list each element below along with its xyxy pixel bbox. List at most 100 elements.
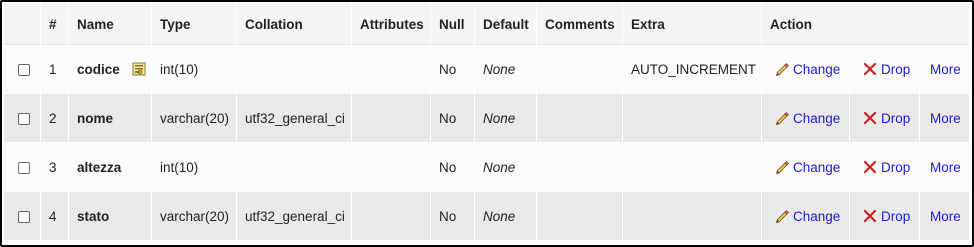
column-attributes: [352, 192, 431, 241]
drop-label: Drop: [881, 111, 911, 126]
header-name[interactable]: Name: [69, 4, 152, 45]
pencil-icon: [776, 161, 789, 174]
change-label: Change: [793, 62, 841, 77]
column-name: altezza: [77, 159, 122, 175]
table-row: 3 altezza int(10) No None Change Drop Mo…: [4, 143, 971, 192]
x-icon: [863, 111, 877, 125]
column-name: stato: [77, 208, 110, 224]
column-default: None: [475, 143, 537, 192]
column-null: No: [431, 143, 475, 192]
row-number: 3: [41, 143, 69, 192]
column-attributes: [352, 45, 431, 94]
header-collation[interactable]: Collation: [237, 4, 352, 45]
more-link[interactable]: More: [930, 62, 961, 77]
column-null: No: [431, 94, 475, 143]
header-attributes[interactable]: Attributes: [352, 4, 431, 45]
change-label: Change: [793, 160, 841, 175]
column-null: No: [431, 45, 475, 94]
change-link[interactable]: Change: [774, 209, 840, 224]
column-comments: [537, 94, 623, 143]
table-header-row: # Name Type Collation Attributes Null De…: [4, 4, 971, 45]
change-link[interactable]: Change: [774, 111, 840, 126]
drop-action-cell: Drop: [850, 94, 920, 143]
row-number: 1: [41, 45, 69, 94]
more-link[interactable]: More: [930, 111, 961, 126]
x-icon: [863, 62, 877, 76]
row-checkbox[interactable]: [18, 161, 30, 174]
header-action: Action: [762, 4, 971, 45]
header-type[interactable]: Type: [152, 4, 237, 45]
header-null[interactable]: Null: [431, 4, 475, 45]
drop-link[interactable]: Drop: [862, 160, 910, 175]
column-name-cell: nome: [69, 94, 152, 143]
more-action-cell: More: [920, 143, 971, 192]
header-extra[interactable]: Extra: [623, 4, 762, 45]
row-checkbox[interactable]: [18, 63, 30, 76]
pencil-icon: [776, 112, 789, 125]
x-icon: [863, 160, 877, 174]
change-link[interactable]: Change: [774, 62, 840, 77]
drop-link[interactable]: Drop: [862, 62, 910, 77]
change-action-cell: Change: [762, 45, 850, 94]
row-checkbox-cell: [4, 45, 41, 94]
column-name: nome: [77, 110, 114, 126]
change-link[interactable]: Change: [774, 160, 840, 175]
structure-table: # Name Type Collation Attributes Null De…: [4, 4, 971, 241]
column-name-cell: stato: [69, 192, 152, 241]
row-checkbox[interactable]: [18, 210, 30, 223]
row-checkbox-cell: [4, 192, 41, 241]
primary-key-icon[interactable]: [132, 62, 146, 76]
row-checkbox-cell: [4, 94, 41, 143]
column-attributes: [352, 94, 431, 143]
drop-action-cell: Drop: [850, 192, 920, 241]
header-num: #: [41, 4, 69, 45]
column-extra: [623, 192, 762, 241]
column-default: None: [475, 45, 537, 94]
row-number: 2: [41, 94, 69, 143]
column-type: varchar(20): [152, 192, 237, 241]
column-type: int(10): [152, 143, 237, 192]
column-comments: [537, 192, 623, 241]
column-null: No: [431, 192, 475, 241]
column-collation: [237, 143, 352, 192]
x-icon: [863, 209, 877, 223]
drop-action-cell: Drop: [850, 45, 920, 94]
column-default: None: [475, 94, 537, 143]
table-row: 2 nome varchar(20) utf32_general_ci No N…: [4, 94, 971, 143]
more-action-cell: More: [920, 94, 971, 143]
change-action-cell: Change: [762, 143, 850, 192]
column-name: codice: [77, 61, 120, 77]
table-structure-panel: # Name Type Collation Attributes Null De…: [0, 0, 974, 247]
row-number: 4: [41, 192, 69, 241]
more-action-cell: More: [920, 45, 971, 94]
drop-link[interactable]: Drop: [862, 209, 910, 224]
row-checkbox[interactable]: [18, 112, 30, 125]
more-link[interactable]: More: [930, 160, 961, 175]
column-collation: utf32_general_ci: [237, 192, 352, 241]
column-default: None: [475, 192, 537, 241]
column-collation: utf32_general_ci: [237, 94, 352, 143]
more-link[interactable]: More: [930, 209, 961, 224]
column-attributes: [352, 143, 431, 192]
column-comments: [537, 143, 623, 192]
header-default[interactable]: Default: [475, 4, 537, 45]
header-checkbox-col: [4, 4, 41, 45]
column-type: varchar(20): [152, 94, 237, 143]
pencil-icon: [776, 210, 789, 223]
column-extra: [623, 143, 762, 192]
table-row: 1 codice int(10) No None AUTO_INCREMENT …: [4, 45, 971, 94]
row-checkbox-cell: [4, 143, 41, 192]
column-comments: [537, 45, 623, 94]
column-name-cell: codice: [69, 45, 152, 94]
drop-link[interactable]: Drop: [862, 111, 910, 126]
table-row: 4 stato varchar(20) utf32_general_ci No …: [4, 192, 971, 241]
drop-label: Drop: [881, 160, 911, 175]
column-extra: [623, 94, 762, 143]
pencil-icon: [776, 63, 789, 76]
change-action-cell: Change: [762, 192, 850, 241]
change-action-cell: Change: [762, 94, 850, 143]
drop-action-cell: Drop: [850, 143, 920, 192]
column-collation: [237, 45, 352, 94]
more-action-cell: More: [920, 192, 971, 241]
header-comments[interactable]: Comments: [537, 4, 623, 45]
